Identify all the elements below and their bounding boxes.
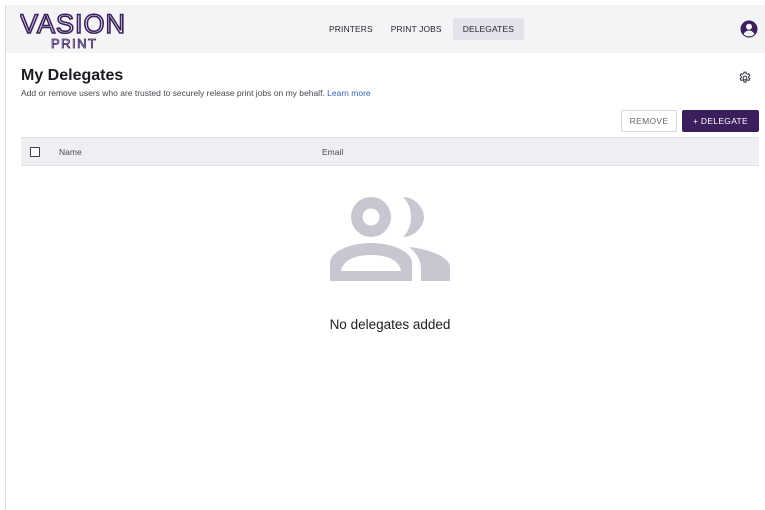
remove-button[interactable]: REMOVE	[621, 110, 677, 132]
main-nav: PRINTERS PRINT JOBS DELEGATES	[322, 18, 528, 40]
logo-secondary-text: PRINT	[51, 36, 98, 51]
column-header-email[interactable]: Email	[322, 147, 343, 157]
nav-item-print-jobs[interactable]: PRINT JOBS	[384, 18, 449, 40]
page-description: Add or remove users who are trusted to s…	[21, 88, 371, 98]
nav-item-printers[interactable]: PRINTERS	[322, 18, 380, 40]
app-window: VASION PRINT PRINTERS PRINT JOBS DELEGAT…	[5, 5, 765, 510]
learn-more-link[interactable]: Learn more	[327, 88, 370, 98]
table-header: Name Email	[21, 137, 759, 166]
nav-item-delegates[interactable]: DELEGATES	[452, 18, 524, 40]
select-all-checkbox[interactable]	[30, 147, 40, 157]
page-description-text: Add or remove users who are trusted to s…	[21, 88, 325, 98]
vasion-print-logo[interactable]: VASION PRINT	[20, 9, 146, 51]
gear-icon[interactable]	[738, 71, 752, 85]
people-icon	[329, 195, 451, 281]
add-delegate-button[interactable]: + DELEGATE	[682, 110, 759, 132]
empty-state-message: No delegates added	[329, 317, 451, 332]
page-title: My Delegates	[21, 67, 124, 84]
logo-primary-text: VASION	[20, 9, 126, 39]
top-navigation-bar: VASION PRINT PRINTERS PRINT JOBS DELEGAT…	[6, 5, 765, 53]
account-circle-icon[interactable]	[740, 20, 758, 38]
column-header-name[interactable]: Name	[59, 147, 82, 157]
